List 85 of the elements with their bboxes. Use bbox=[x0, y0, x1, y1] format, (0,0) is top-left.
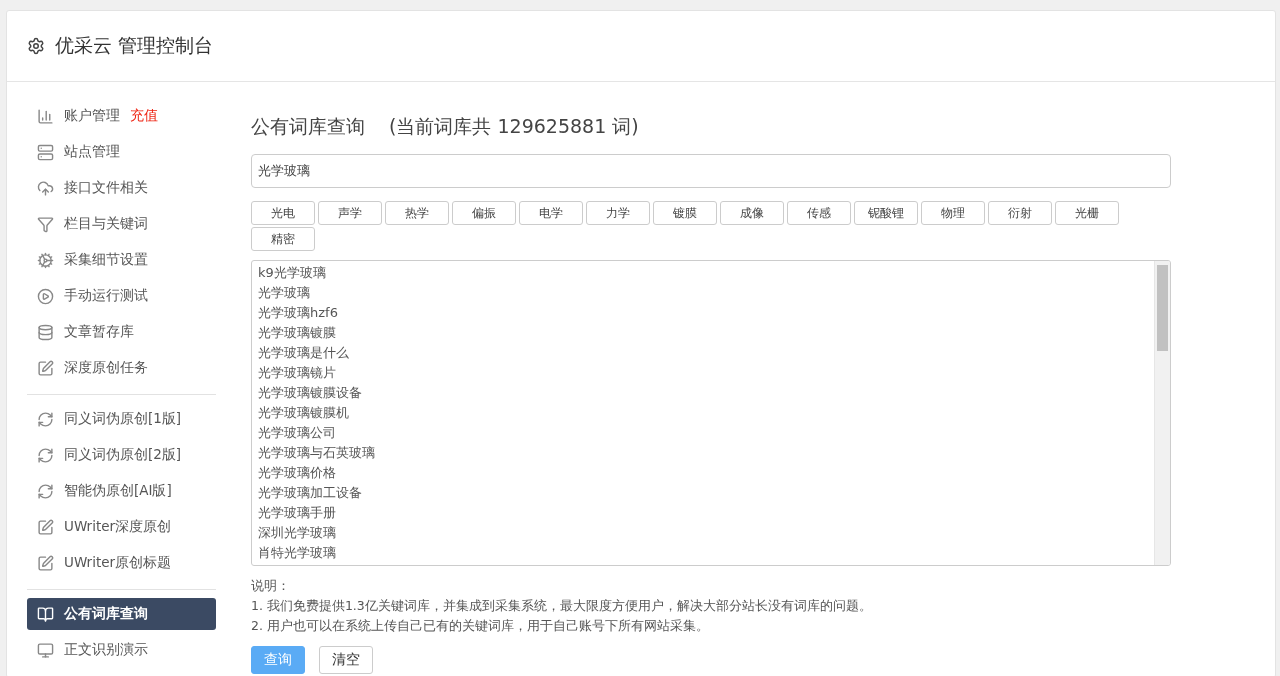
sidebar-label: UWriter深度原创 bbox=[64, 518, 172, 536]
sidebar-item[interactable]: 文章暂存库 bbox=[27, 316, 216, 348]
server-icon bbox=[37, 143, 54, 161]
result-item[interactable]: 光学玻璃加工设备 bbox=[258, 483, 1148, 503]
tag-button[interactable]: 传感 bbox=[787, 201, 851, 225]
scrollbar[interactable] bbox=[1154, 261, 1170, 565]
recharge-link[interactable]: 充值 bbox=[130, 107, 158, 125]
tag-button[interactable]: 声学 bbox=[318, 201, 382, 225]
refresh-icon bbox=[37, 446, 54, 464]
sidebar-item[interactable]: UWriter原创标题 bbox=[27, 547, 216, 579]
sidebar-item[interactable]: 同义词伪原创[1版] bbox=[27, 403, 216, 435]
note-text: 1. 我们免费提供1.3亿关键词库，并集成到采集系统，最大限度方便用户，解决大部分站长没有词库的问题。 bbox=[251, 597, 873, 615]
tag-button[interactable]: 光栅 bbox=[1055, 201, 1119, 225]
result-item[interactable]: 光学玻璃价格 bbox=[258, 463, 1148, 483]
tag-button[interactable]: 铌酸锂 bbox=[854, 201, 918, 225]
edit-icon bbox=[37, 359, 54, 377]
clear-button[interactable]: 清空 bbox=[319, 646, 373, 674]
sidebar-item[interactable]: 同义词伪原创[2版] bbox=[27, 439, 216, 471]
sidebar-label: 同义词伪原创[2版] bbox=[64, 446, 182, 464]
result-item[interactable]: 光学玻璃手册 bbox=[258, 503, 1148, 523]
book-icon bbox=[37, 605, 54, 623]
result-item[interactable]: 光学玻璃镀膜 bbox=[258, 323, 1148, 343]
tag-button[interactable]: 成像 bbox=[720, 201, 784, 225]
sidebar-label: 栏目与关键词 bbox=[64, 215, 148, 233]
tag-button[interactable]: 精密 bbox=[251, 227, 315, 251]
filter-icon bbox=[37, 215, 54, 233]
sidebar-label: 站点管理 bbox=[64, 143, 120, 161]
sidebar-label: 同义词伪原创[1版] bbox=[64, 410, 182, 428]
results-list[interactable]: k9光学玻璃 光学玻璃 光学玻璃hzf6 光学玻璃镀膜 光学玻璃是什么 光学玻璃镜片 光学玻璃镀膜设备 光学玻璃镀膜机 光学玻璃公司 光学玻璃与石英玻璃 光学玻璃价格 光学玻璃加工设备 光学玻璃手册 深圳光学玻璃 肖特光学玻璃 bbox=[251, 260, 1171, 566]
result-item[interactable]: 肖特光学玻璃 bbox=[258, 543, 1148, 563]
settings-icon bbox=[27, 37, 45, 55]
edit-icon bbox=[37, 554, 54, 572]
sidebar-label: 采集细节设置 bbox=[64, 251, 148, 269]
result-item[interactable]: 光学玻璃是什么 bbox=[258, 343, 1148, 363]
tag-button[interactable]: 偏振 bbox=[452, 201, 516, 225]
sidebar-label: 接口文件相关 bbox=[64, 179, 148, 197]
result-item[interactable]: 光学玻璃 bbox=[258, 283, 1148, 303]
result-item[interactable]: 光学玻璃镀膜设备 bbox=[258, 383, 1148, 403]
tag-button[interactable]: 力学 bbox=[586, 201, 650, 225]
tag-button[interactable]: 热学 bbox=[385, 201, 449, 225]
sidebar-item[interactable]: 手动运行测试 bbox=[27, 280, 216, 312]
edit-icon bbox=[37, 518, 54, 536]
tag-button[interactable]: 电学 bbox=[519, 201, 583, 225]
page-title: 公有词库查询 bbox=[251, 114, 365, 139]
result-item[interactable]: 光学玻璃公司 bbox=[258, 423, 1148, 443]
tag-button[interactable]: 物理 bbox=[921, 201, 985, 225]
sidebar-label: 公有词库查询 bbox=[64, 605, 148, 623]
sidebar-label: 智能伪原创[AI版] bbox=[64, 482, 172, 500]
result-item[interactable]: 光学玻璃与石英玻璃 bbox=[258, 443, 1148, 463]
bar-chart-icon bbox=[37, 107, 54, 125]
sidebar-item[interactable]: UWriter深度原创 bbox=[27, 511, 216, 543]
result-item[interactable]: 光学玻璃hzf6 bbox=[258, 303, 1148, 323]
sidebar-item[interactable]: 接口文件相关 bbox=[27, 172, 216, 204]
sidebar-label: 正文识别演示 bbox=[64, 641, 148, 659]
database-icon bbox=[37, 323, 54, 341]
result-item[interactable]: 深圳光学玻璃 bbox=[258, 523, 1148, 543]
sidebar-item[interactable]: 账户管理 充值 bbox=[27, 100, 216, 132]
monitor-icon bbox=[37, 641, 54, 659]
tag-button[interactable]: 衍射 bbox=[988, 201, 1052, 225]
word-count-note: (当前词库共 129625881 词) bbox=[389, 114, 639, 139]
sidebar-item[interactable]: 栏目与关键词 bbox=[27, 208, 216, 240]
cloud-upload-icon bbox=[37, 179, 54, 197]
sidebar-label: 文章暂存库 bbox=[64, 323, 134, 341]
refresh-icon bbox=[37, 410, 54, 428]
sidebar-item[interactable]: 站点管理 bbox=[27, 136, 216, 168]
play-icon bbox=[37, 287, 54, 305]
sidebar-label: 账户管理 bbox=[64, 107, 120, 125]
result-item[interactable]: 光学玻璃镜片 bbox=[258, 363, 1148, 383]
sidebar-label: 手动运行测试 bbox=[64, 287, 148, 305]
notes-title: 说明： bbox=[251, 577, 291, 595]
sidebar-label: 深度原创任务 bbox=[64, 359, 148, 377]
result-item[interactable]: k9光学玻璃 bbox=[258, 263, 1148, 283]
sidebar-item[interactable]: 采集细节设置 bbox=[27, 244, 216, 276]
sidebar-item[interactable]: 智能伪原创[AI版] bbox=[27, 475, 216, 507]
console-title: 优采云 管理控制台 bbox=[55, 33, 214, 58]
sidebar-label: UWriter原创标题 bbox=[64, 554, 172, 572]
sidebar-item[interactable]: 公有词库查询 bbox=[27, 598, 216, 630]
sidebar-item[interactable]: 正文识别演示 bbox=[27, 634, 216, 666]
search-field[interactable]: 光学玻璃 bbox=[251, 154, 1171, 188]
note-text: 2. 用户也可以在系统上传自己已有的关键词库，用于自己账号下所有网站采集。 bbox=[251, 617, 710, 635]
refresh-icon bbox=[37, 482, 54, 500]
sidebar-item[interactable]: 深度原创任务 bbox=[27, 352, 216, 384]
tag-button[interactable]: 镀膜 bbox=[653, 201, 717, 225]
result-item[interactable]: 光学玻璃镀膜机 bbox=[258, 403, 1148, 423]
tag-button[interactable]: 光电 bbox=[251, 201, 315, 225]
